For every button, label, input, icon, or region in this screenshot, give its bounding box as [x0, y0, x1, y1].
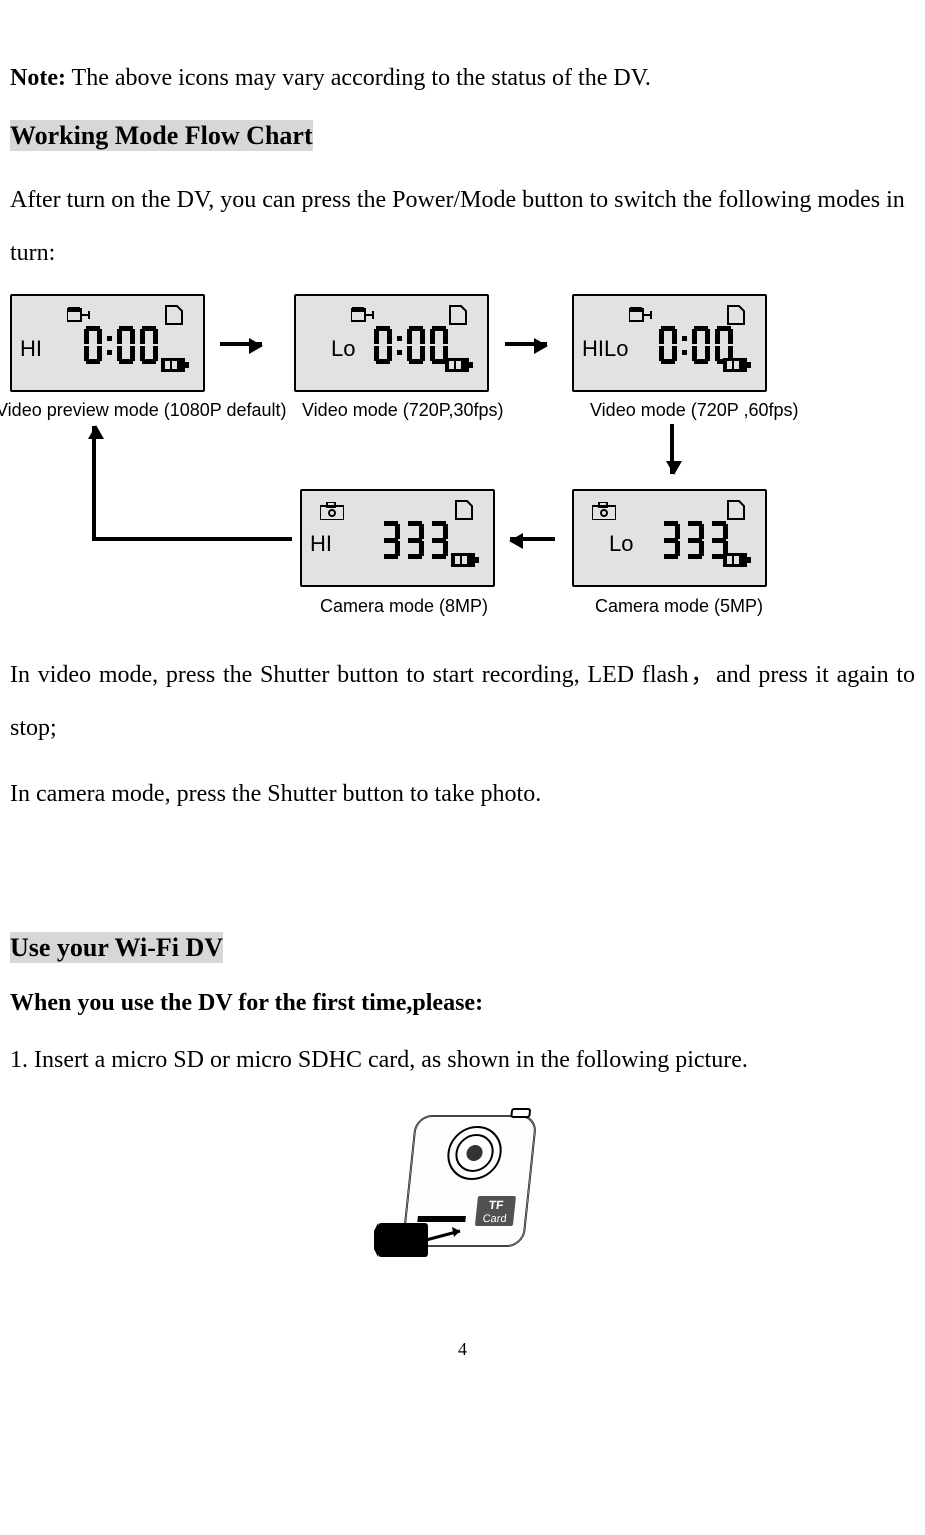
intro-paragraph: After turn on the DV, you can press the …: [10, 174, 915, 280]
note-prefix: Note:: [10, 65, 66, 91]
tf-label-top: TF: [488, 1198, 504, 1212]
battery-icon: [445, 351, 473, 385]
tf-label-bottom: Card: [482, 1213, 507, 1225]
mode-label: HI: [310, 529, 332, 560]
screen-video-720p-60: HILo: [572, 294, 767, 392]
arrow-line: [92, 439, 96, 541]
video-icon: [351, 302, 375, 336]
note-line: Note: The above icons may vary according…: [10, 62, 915, 96]
mode-label: HILo: [582, 334, 628, 365]
mode-label: Lo: [609, 529, 633, 560]
arrow-left-icon: [510, 537, 555, 541]
screen-camera-8mp: HI: [300, 489, 495, 587]
caption-camera-5mp: Camera mode (5MP): [595, 594, 763, 619]
arrow-up-icon: [92, 426, 96, 440]
video-mode-paragraph: In video mode, press the Shutter button …: [10, 649, 915, 755]
camera-mode-paragraph: In camera mode, press the Shutter button…: [10, 768, 915, 821]
arrow-right-icon: [220, 342, 262, 346]
video-icon: [629, 302, 653, 336]
camera-icon: [592, 497, 616, 531]
heading-wifi-dv: Use your Wi-Fi DV: [10, 932, 223, 963]
battery-icon: [723, 351, 751, 385]
arrow-down-icon: [670, 424, 674, 474]
screen-video-1080p: HI: [10, 294, 205, 392]
caption-video-720p-30: Video mode (720P,30fps): [302, 398, 503, 423]
caption-video-720p-60: Video mode (720P ,60fps): [590, 398, 798, 423]
caption-camera-8mp: Camera mode (8MP): [320, 594, 488, 619]
camera-icon: [320, 497, 344, 531]
count-display: [382, 521, 462, 571]
caption-video-1080p: Video preview mode (1080P default): [0, 398, 287, 423]
page-number: 4: [10, 1337, 915, 1362]
note-text: The above icons may vary according to th…: [66, 65, 651, 91]
insert-sd-paragraph: 1. Insert a micro SD or micro SDHC card,…: [10, 1034, 915, 1087]
mode-label: Lo: [331, 334, 355, 365]
battery-icon: [723, 546, 751, 580]
screen-video-720p-30: Lo: [294, 294, 489, 392]
sub-heading-first-time: When you use the DV for the first time,p…: [10, 987, 915, 1021]
screen-camera-5mp: Lo: [572, 489, 767, 587]
arrow-line: [92, 537, 292, 541]
camera-sd-illustration: TF Card: [10, 1101, 915, 1277]
battery-icon: [161, 351, 189, 385]
mode-label: HI: [20, 334, 42, 365]
arrow-right-icon: [505, 342, 547, 346]
flow-chart: HI Lo: [10, 294, 880, 644]
heading-flow-chart: Working Mode Flow Chart: [10, 120, 313, 151]
battery-icon: [451, 546, 479, 580]
